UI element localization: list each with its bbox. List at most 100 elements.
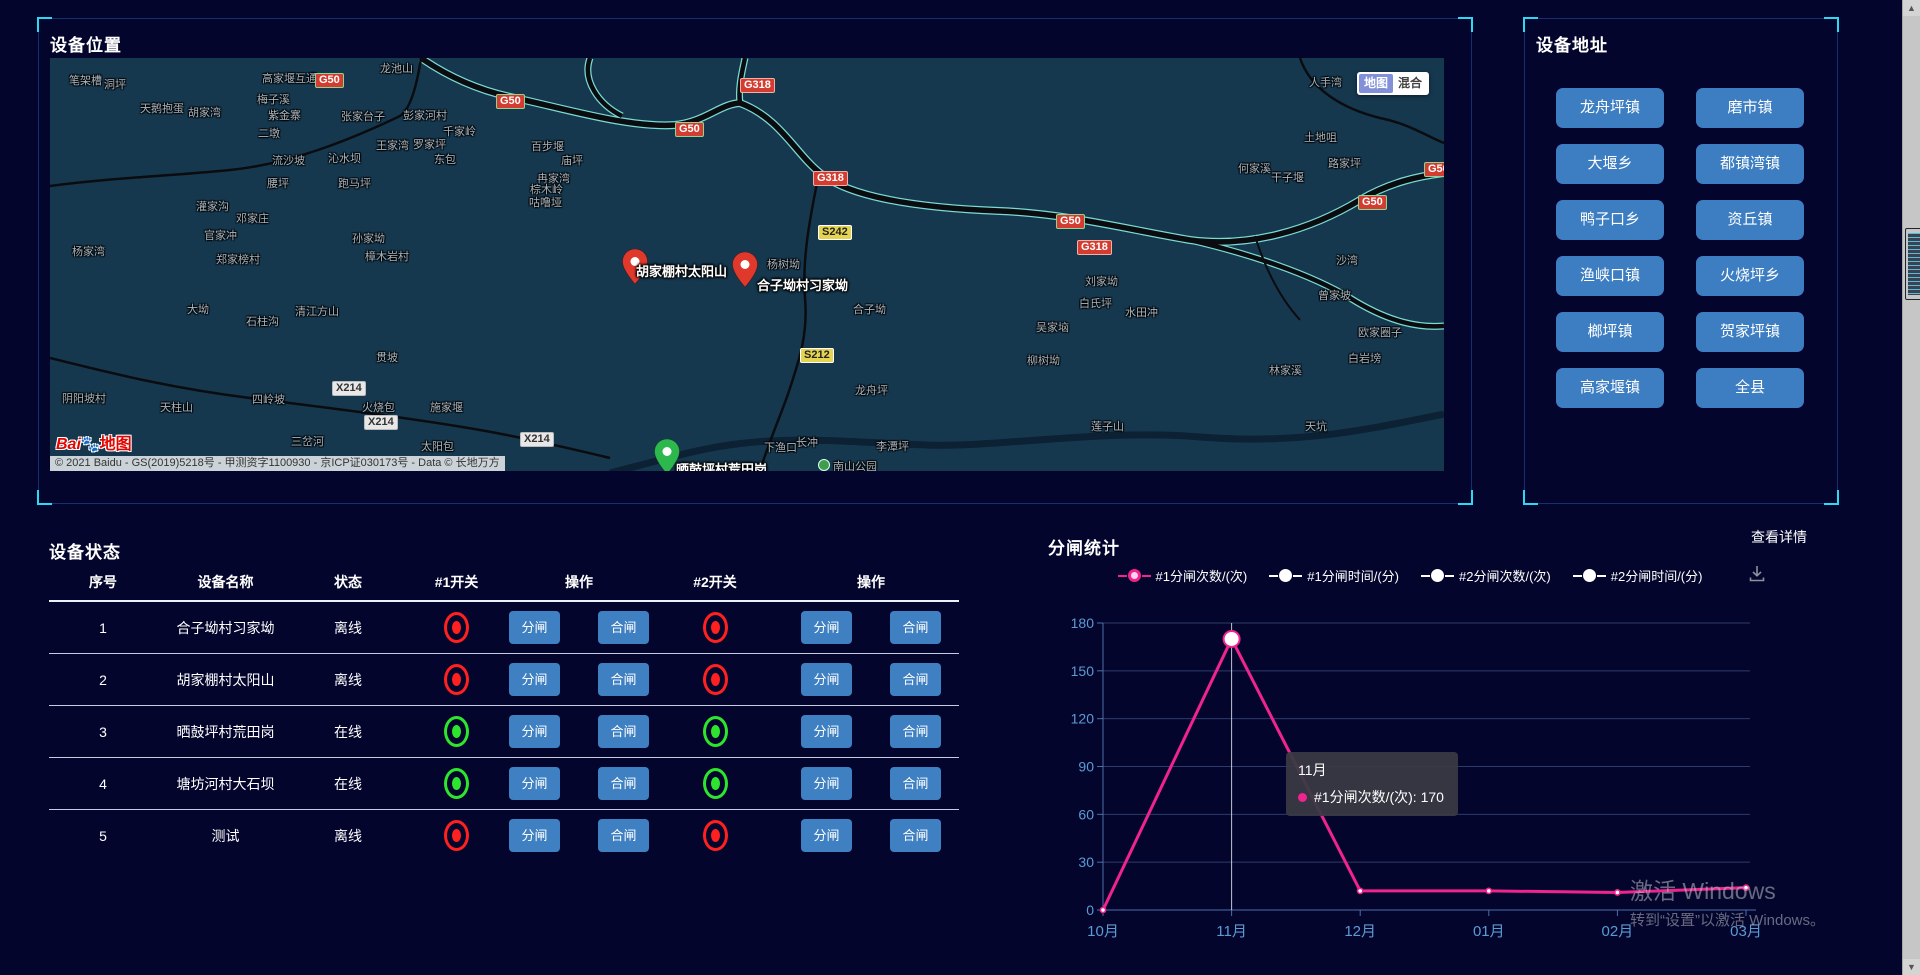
chart-legend: #1分闸次数/(次) #1分闸时间/(分) #2分闸次数/(次) #2分闸时间/(分) bbox=[1040, 566, 1780, 585]
baidu-map-logo: Bai🐾地图 bbox=[56, 430, 132, 454]
close-switch1-button[interactable]: 合闸 bbox=[598, 611, 649, 644]
map-place-label: 南山公园 bbox=[818, 458, 877, 471]
open-switch2-button[interactable]: 分闸 bbox=[801, 767, 852, 800]
close-switch2-button[interactable]: 合闸 bbox=[890, 767, 941, 800]
legend-item[interactable]: #1分闸次数/(次) bbox=[1118, 566, 1248, 585]
address-button[interactable]: 高家堰镇 bbox=[1556, 368, 1664, 408]
scrollbar-up-arrow[interactable]: ▲ bbox=[1903, 0, 1920, 16]
open-switch2-button[interactable]: 分闸 bbox=[801, 819, 852, 852]
map-place-label: 三岔河 bbox=[291, 433, 324, 449]
switch2-cell bbox=[647, 716, 783, 747]
road-badge-g50: G50 bbox=[1056, 214, 1085, 229]
tooltip-series-dot bbox=[1298, 793, 1307, 802]
baidu-map[interactable]: 笔架槽洞坪天鹅抱蛋胡家湾高家堰互通梅子溪紫金寨二墩张家台子彭家河村千家岭王家湾罗… bbox=[50, 58, 1444, 471]
close-switch2-button[interactable]: 合闸 bbox=[890, 663, 941, 696]
open-switch1-button[interactable]: 分闸 bbox=[509, 715, 560, 748]
open-switch1-button[interactable]: 分闸 bbox=[509, 819, 560, 852]
switch1-indicator-red bbox=[444, 820, 469, 851]
legend-item[interactable]: #2分闸时间/(分) bbox=[1573, 566, 1703, 585]
address-button[interactable]: 都镇湾镇 bbox=[1696, 144, 1804, 184]
close-switch2-button[interactable]: 合闸 bbox=[890, 611, 941, 644]
corner-decoration bbox=[1458, 490, 1473, 505]
close-switch2-button[interactable]: 合闸 bbox=[890, 819, 941, 852]
address-button[interactable]: 贺家坪镇 bbox=[1696, 312, 1804, 352]
legend-item[interactable]: #2分闸次数/(次) bbox=[1421, 566, 1551, 585]
map-type-hybrid-button[interactable]: 混合 bbox=[1393, 74, 1427, 93]
road-badge-g318: G318 bbox=[740, 78, 775, 93]
address-button[interactable]: 火烧坪乡 bbox=[1696, 256, 1804, 296]
page-scrollbar[interactable]: ▲ ▼ bbox=[1902, 0, 1920, 975]
legend-marker-line bbox=[1142, 575, 1151, 577]
address-button[interactable]: 磨市镇 bbox=[1696, 88, 1804, 128]
road-badge-x214: X214 bbox=[332, 381, 366, 396]
corner-decoration bbox=[37, 17, 52, 32]
address-button[interactable]: 大堰乡 bbox=[1556, 144, 1664, 184]
switch2-cell bbox=[647, 820, 783, 851]
map-type-map-button[interactable]: 地图 bbox=[1359, 74, 1393, 93]
road-badge-g50: G50 bbox=[1424, 162, 1444, 177]
device-status: 离线 bbox=[294, 826, 402, 846]
map-place-label: 孙家坳 bbox=[352, 230, 385, 246]
map-place-label: 曾家坡 bbox=[1318, 287, 1351, 303]
open-switch2-button[interactable]: 分闸 bbox=[801, 611, 852, 644]
close-switch1-button[interactable]: 合闸 bbox=[598, 663, 649, 696]
svg-text:02月: 02月 bbox=[1602, 923, 1634, 940]
device-status: 在线 bbox=[294, 774, 402, 794]
address-button[interactable]: 资丘镇 bbox=[1696, 200, 1804, 240]
legend-marker-line bbox=[1597, 575, 1606, 577]
switch2-actions: 分闸 合闸 bbox=[783, 663, 959, 696]
switch2-indicator-red bbox=[703, 612, 728, 643]
map-place-label: 白氏坪 bbox=[1079, 295, 1112, 311]
map-pin-icon[interactable] bbox=[732, 252, 758, 292]
close-switch1-button[interactable]: 合闸 bbox=[598, 819, 649, 852]
svg-text:180: 180 bbox=[1071, 615, 1095, 631]
address-button[interactable]: 龙舟坪镇 bbox=[1556, 88, 1664, 128]
tooltip-title: 11月 bbox=[1298, 760, 1444, 780]
corner-decoration bbox=[1523, 17, 1538, 32]
open-switch1-button[interactable]: 分闸 bbox=[509, 663, 560, 696]
table-header-cell: 操作 bbox=[783, 572, 959, 592]
address-button[interactable]: 全县 bbox=[1696, 368, 1804, 408]
map-place-label: 腰坪 bbox=[267, 175, 289, 191]
map-place-label: 路家坪 bbox=[1328, 155, 1361, 171]
close-switch1-button[interactable]: 合闸 bbox=[598, 767, 649, 800]
legend-label: #1分闸时间/(分) bbox=[1307, 566, 1399, 585]
device-location-panel: 设备位置 笔架槽洞坪天鹅抱蛋胡家湾高家堰互通梅子溪紫金寨二墩张家台子彭家河村千家… bbox=[38, 18, 1472, 504]
close-switch1-button[interactable]: 合闸 bbox=[598, 715, 649, 748]
view-details-link[interactable]: 查看详情 bbox=[1751, 527, 1807, 547]
map-place-label: 合子坳 bbox=[853, 301, 886, 317]
map-place-label: 流沙坡 bbox=[272, 152, 305, 168]
map-place-label: 千家岭 bbox=[443, 123, 476, 139]
legend-item[interactable]: #1分闸时间/(分) bbox=[1269, 566, 1399, 585]
road-badge-g318: G318 bbox=[1077, 240, 1112, 255]
switch2-actions: 分闸 合闸 bbox=[783, 611, 959, 644]
map-place-label: 跑马坪 bbox=[338, 175, 371, 191]
tooltip-value: #1分闸次数/(次): 170 bbox=[1314, 787, 1444, 807]
row-index: 4 bbox=[49, 776, 157, 792]
open-switch2-button[interactable]: 分闸 bbox=[801, 715, 852, 748]
map-pin-label: 胡家棚村太阳山 bbox=[636, 261, 727, 280]
legend-label: #2分闸时间/(分) bbox=[1611, 566, 1703, 585]
address-button[interactable]: 渔峡口镇 bbox=[1556, 256, 1664, 296]
address-button[interactable]: 鸭子口乡 bbox=[1556, 200, 1664, 240]
map-place-label: 长冲 bbox=[796, 434, 818, 450]
legend-marker-dot bbox=[1583, 569, 1596, 582]
map-place-label: 邓家庄 bbox=[236, 210, 269, 226]
scrollbar-thumb[interactable] bbox=[1905, 228, 1920, 300]
baidu-paw-icon: 🐾 bbox=[81, 436, 100, 453]
scrollbar-down-arrow[interactable]: ▼ bbox=[1903, 959, 1920, 975]
address-button[interactable]: 榔坪镇 bbox=[1556, 312, 1664, 352]
park-icon bbox=[818, 459, 830, 471]
row-index: 5 bbox=[49, 828, 157, 844]
map-place-label: 二墩 bbox=[258, 125, 280, 141]
open-switch1-button[interactable]: 分闸 bbox=[509, 611, 560, 644]
legend-marker-line bbox=[1445, 575, 1454, 577]
device-name: 胡家棚村太阳山 bbox=[157, 670, 294, 690]
road-badge-x214: X214 bbox=[520, 432, 554, 447]
map-place-label: 水田冲 bbox=[1125, 304, 1158, 320]
map-place-label: 柳树坳 bbox=[1027, 352, 1060, 368]
close-switch2-button[interactable]: 合闸 bbox=[890, 715, 941, 748]
map-place-label: 人手湾 bbox=[1309, 74, 1342, 90]
open-switch1-button[interactable]: 分闸 bbox=[509, 767, 560, 800]
open-switch2-button[interactable]: 分闸 bbox=[801, 663, 852, 696]
